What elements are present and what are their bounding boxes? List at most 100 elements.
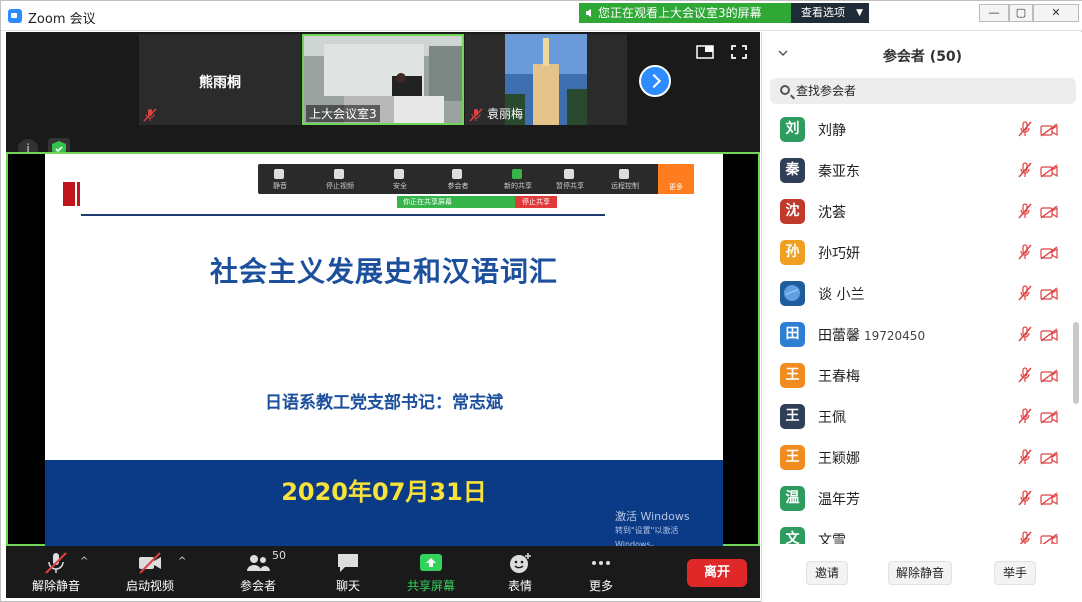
viewing-share-banner: 您正在观看上大会议室3的屏幕 (579, 3, 791, 23)
view-options-button[interactable]: 查看选项 ▼ (791, 3, 869, 23)
participants-icon (247, 555, 270, 571)
ellipsis-icon (592, 561, 610, 565)
avatar-image (780, 281, 805, 306)
mini-toolbar-item: 停止视频 (318, 166, 362, 192)
fullscreen-icon[interactable] (730, 44, 748, 60)
participant-name: 温年芳 (818, 489, 860, 509)
participant-name-text: 田蕾馨 (818, 328, 860, 344)
mini-toolbar-more: 更多 (658, 164, 694, 194)
minimize-button[interactable]: — (979, 4, 1009, 22)
participant-name-text: 王佩 (818, 410, 846, 426)
chat-button[interactable]: 聊天 (318, 550, 378, 596)
participant-row[interactable]: 王王春梅 (762, 354, 1072, 395)
muted-mic-icon (1018, 121, 1032, 137)
smiley-icon (510, 553, 531, 573)
video-off-icon (1040, 163, 1058, 178)
chat-icon (338, 554, 358, 572)
participant-name-text: 孙巧妍 (818, 246, 860, 262)
more-label: 更多 (588, 579, 613, 593)
participant-name: 田蕾馨 19720450 (818, 325, 925, 345)
audio-options-chevron[interactable]: ^ (80, 556, 88, 567)
mini-toolbar-item: 暂停共享 (548, 166, 592, 192)
presentation-slide: 静音 停止视频 安全 参会者 新的共享 暂停共享 远程控制 更多 你正在共享屏幕… (45, 154, 723, 548)
participants-panel: 参会者 (50) 刘刘静秦秦亚东沈沈荟孙孙巧妍谈 小兰田田蕾馨 19720450 王… (761, 32, 1082, 602)
participant-row[interactable]: 王王颖娜 (762, 436, 1072, 477)
mini-toolbar-item: 新的共享 (496, 166, 540, 192)
search-box (770, 78, 1076, 104)
raise-hand-button[interactable]: 举手 (994, 561, 1036, 585)
search-icon (780, 85, 790, 95)
mini-stop-share: 停止共享 (515, 196, 557, 208)
participant-row[interactable]: 王王佩 (762, 395, 1072, 436)
mini-toolbar-item: 参会者 (436, 166, 480, 192)
video-off-icon (1040, 204, 1058, 219)
muted-mic-icon (1018, 408, 1032, 424)
window-title: Zoom 会议 (28, 12, 96, 27)
windows-activation-watermark: 激活 Windows 转到"设置"以激活 Windows。 (615, 510, 723, 548)
close-button[interactable]: ✕ (1033, 4, 1079, 22)
meeting-toolbar: 解除静音 ^ 启动视频 ^ 参会者 50 聊天 共享屏幕 表情 更多 离开 (6, 546, 760, 598)
participant-name: 刘静 (818, 120, 846, 140)
panel-footer: 邀请 解除静音 举手 (762, 552, 1082, 602)
maximize-button[interactable]: ▢ (1009, 4, 1033, 22)
slide-footer: 2020年07月31日 激活 Windows 转到"设置"以激活 Windows… (45, 460, 723, 548)
video-options-chevron[interactable]: ^ (178, 556, 186, 567)
share-screen-label: 共享屏幕 (406, 579, 455, 593)
muted-mic-icon (1018, 531, 1032, 544)
reactions-button[interactable]: 表情 (490, 550, 550, 596)
avatar: 文 (780, 527, 805, 544)
search-participants-input[interactable] (796, 78, 1066, 104)
participant-row[interactable]: 秦秦亚东 (762, 149, 1072, 190)
participant-id: 19720450 (864, 329, 926, 343)
leave-button[interactable]: 离开 (687, 559, 747, 587)
title-bar: Zoom 会议 您正在观看上大会议室3的屏幕 查看选项 ▼ — ▢ ✕ (1, 1, 1082, 31)
panel-title: 参会者 (50) (882, 49, 963, 65)
participant-name: 谈 小兰 (818, 284, 864, 304)
share-screen-button[interactable]: 共享屏幕 (400, 550, 462, 596)
participant-name: 孙巧妍 (818, 243, 860, 263)
participant-name: 秦亚东 (818, 161, 860, 181)
avatar: 王 (780, 445, 805, 470)
slide-title: 社会主义发展史和汉语词汇 (209, 255, 558, 288)
participant-name-text: 王颖娜 (818, 451, 860, 467)
participant-row[interactable]: 沈沈荟 (762, 190, 1072, 231)
participant-row[interactable]: 刘刘静 (762, 108, 1072, 149)
tile-name: 上大会议室3 (306, 105, 380, 122)
view-options-label: 查看选项 (801, 6, 845, 19)
watermark-line: 激活 Windows (615, 510, 690, 523)
scrollbar[interactable] (1073, 322, 1079, 404)
invite-button[interactable]: 邀请 (806, 561, 848, 585)
participant-name: 王颖娜 (818, 448, 860, 468)
unmute-label: 解除静音 (31, 579, 80, 593)
participant-row[interactable]: 文 文雪 (762, 518, 1072, 544)
avatar: 田 (780, 322, 805, 347)
participant-name: 沈荟 (818, 202, 846, 222)
participant-name-text: 秦亚东 (818, 164, 860, 180)
view-mode-icon[interactable] (696, 44, 714, 60)
video-tile[interactable]: 熊雨桐 (139, 34, 301, 125)
participant-name-text: 沈荟 (818, 205, 846, 221)
speaker-icon (586, 9, 591, 17)
participants-count: 50 (272, 549, 286, 562)
unmute-button[interactable]: 解除静音 (26, 550, 86, 596)
unmute-self-button[interactable]: 解除静音 (888, 561, 952, 585)
slide-date: 2020年07月31日 (281, 478, 487, 506)
next-page-button[interactable] (639, 65, 671, 97)
video-tile-active[interactable]: 上大会议室3 (302, 34, 464, 125)
video-off-icon (1040, 245, 1058, 260)
video-off-icon (1040, 491, 1058, 506)
video-tile[interactable]: 袁丽梅 (465, 34, 627, 125)
participant-row[interactable]: 田田蕾馨 19720450 (762, 313, 1072, 354)
shared-screen: 静音 停止视频 安全 参会者 新的共享 暂停共享 远程控制 更多 你正在共享屏幕… (6, 152, 760, 548)
start-video-button[interactable]: 启动视频 (118, 550, 182, 596)
participant-row[interactable]: 温温年芳 (762, 477, 1072, 518)
more-button[interactable]: 更多 (571, 550, 631, 596)
participant-row[interactable]: 孙孙巧妍 (762, 231, 1072, 272)
avatar: 温 (780, 486, 805, 511)
participant-row[interactable]: 谈 小兰 (762, 272, 1072, 313)
chevron-down-icon: ▼ (856, 8, 863, 18)
mini-toolbar-item: 安全 (378, 166, 422, 192)
participant-list: 刘刘静秦秦亚东沈沈荟孙孙巧妍谈 小兰田田蕾馨 19720450 王王春梅王王佩王王颖… (762, 108, 1072, 544)
muted-mic-icon (1018, 162, 1032, 178)
avatar: 王 (780, 404, 805, 429)
